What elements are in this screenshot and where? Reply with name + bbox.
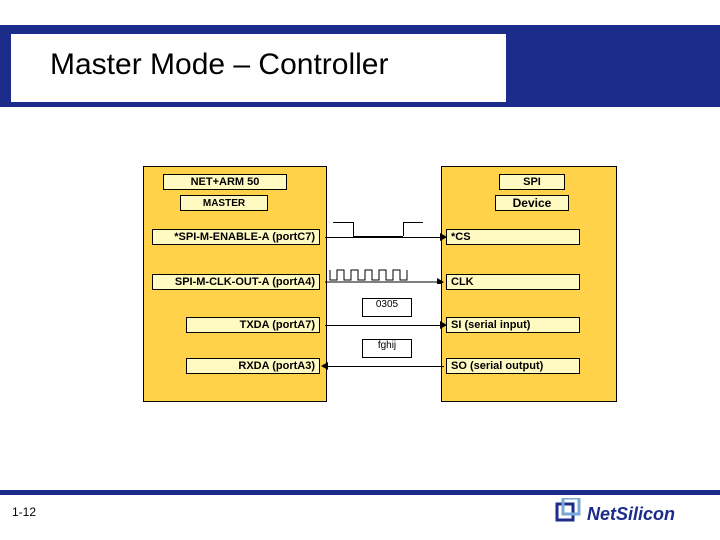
tx-data-box: 0305 [362,298,412,317]
clock-waveform-icon [325,266,444,284]
rxda-arrowhead-icon [321,362,328,370]
txda-label: TXDA (portA7) [186,317,320,333]
enable-arrowhead-icon [440,233,447,241]
slave-role-label: Device [495,195,569,211]
footer-bar [0,490,720,495]
txda-line [325,325,444,326]
master-role-label: MASTER [180,195,268,211]
slave-chip-label: SPI [499,174,565,190]
logo-text: NetSilicon [587,504,675,524]
rxda-line [325,366,444,367]
so-label: SO (serial output) [446,358,580,374]
rxda-label: RXDA (portA3) [186,358,320,374]
netsilicon-logo-icon: NetSilicon [555,498,710,534]
txda-arrowhead-icon [440,321,447,329]
rx-data-box: fghij [362,339,412,358]
clock-out-label: SPI-M-CLK-OUT-A (portA4) [152,274,320,290]
cs-label: *CS [446,229,580,245]
si-label: SI (serial input) [446,317,580,333]
enable-signal-label: *SPI-M-ENABLE-A (portC7) [152,229,320,245]
clk-label: CLK [446,274,580,290]
master-chip-label: NET+ARM 50 [163,174,287,190]
enable-waveform-icon [333,222,423,240]
slide-number: 1-12 [12,505,36,519]
page-title: Master Mode – Controller [50,48,388,82]
